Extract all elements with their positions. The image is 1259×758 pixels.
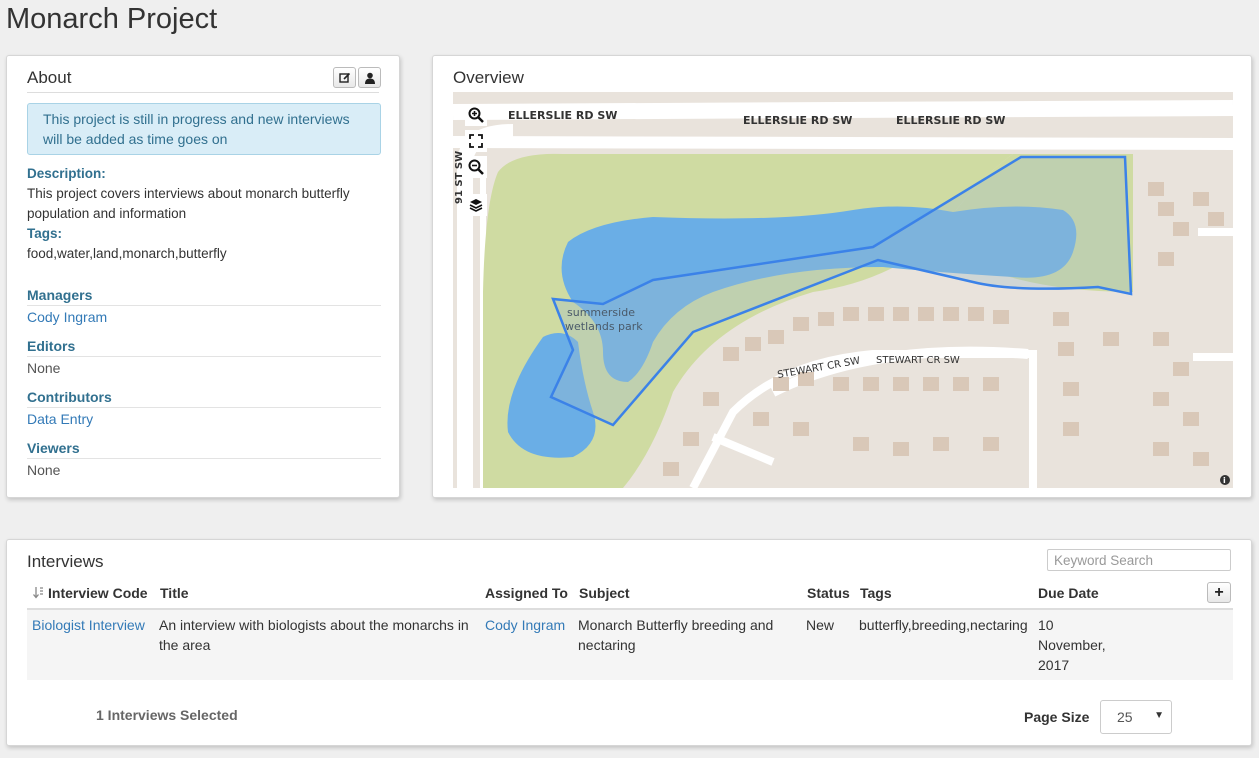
col-status[interactable]: Status [807, 585, 850, 601]
road-label-91st: 91 ST SW [454, 151, 465, 204]
interview-code-link[interactable]: Biologist Interview [32, 615, 152, 635]
about-body: Description: This project covers intervi… [27, 164, 381, 264]
col-tags[interactable]: Tags [860, 585, 892, 601]
add-interview-button[interactable]: + [1207, 582, 1231, 603]
interview-status: New [806, 617, 835, 633]
overview-panel: Overview ELLERSLIE RD SW ELLERSLIE RD SW… [432, 55, 1252, 498]
park-label-1: summerside [567, 306, 635, 319]
about-panel: About This project is still in progress … [6, 55, 400, 498]
managers-label: Managers [27, 285, 381, 306]
editors-section: Editors None [27, 336, 381, 378]
road-label-ellerslie-2: ELLERSLIE RD SW [743, 114, 852, 127]
tags-label: Tags: [27, 226, 63, 241]
interview-title: An interview with biologists about the m… [159, 617, 469, 653]
page-size-value: 25 [1117, 709, 1133, 725]
interview-due-date: 10 November, 2017 [1038, 617, 1106, 673]
tags-text: food,water,land,monarch,butterfly [27, 246, 227, 261]
edit-icon [338, 72, 350, 83]
edit-button[interactable] [333, 67, 356, 88]
viewers-label: Viewers [27, 438, 381, 459]
table-row[interactable]: Biologist Interview An interview with bi… [27, 610, 1233, 680]
description-label: Description: [27, 166, 106, 181]
user-icon [364, 72, 375, 84]
assigned-to-link[interactable]: Cody Ingram [485, 615, 575, 635]
sort-icon[interactable] [33, 586, 44, 599]
page-size-label: Page Size [1024, 709, 1090, 725]
managers-section: Managers Cody Ingram [27, 285, 381, 327]
interview-subject: Monarch Butterfly breeding and nectaring [578, 617, 774, 653]
col-subject[interactable]: Subject [579, 585, 630, 601]
chevron-down-icon: ▼ [1154, 710, 1164, 721]
contributor-link[interactable]: Data Entry [27, 409, 381, 429]
contributors-label: Contributors [27, 387, 381, 408]
page-size-select[interactable]: 25 ▼ [1100, 700, 1172, 734]
user-button[interactable] [358, 67, 381, 88]
road-label-stewart-2: STEWART CR SW [876, 355, 960, 366]
park-label-2: wetlands park [565, 320, 643, 333]
project-map[interactable]: ELLERSLIE RD SW ELLERSLIE RD SW ELLERSLI… [453, 92, 1233, 488]
zoom-in-button[interactable] [465, 104, 487, 126]
zoom-in-icon [468, 107, 484, 123]
road-label-ellerslie-3: ELLERSLIE RD SW [896, 114, 1005, 127]
zoom-out-button[interactable] [465, 156, 487, 178]
contributors-section: Contributors Data Entry [27, 387, 381, 429]
page-title: Monarch Project [6, 3, 218, 35]
road-label-ellerslie-1: ELLERSLIE RD SW [508, 109, 617, 122]
fullscreen-button[interactable] [465, 130, 487, 152]
selected-count: 1 Interviews Selected [96, 707, 238, 723]
viewers-value: None [27, 462, 61, 478]
about-heading: About [27, 67, 379, 93]
editors-label: Editors [27, 336, 381, 357]
editors-value: None [27, 360, 61, 376]
col-assigned-to[interactable]: Assigned To [485, 585, 568, 601]
col-interview-code[interactable]: Interview Code [48, 585, 148, 601]
viewers-section: Viewers None [27, 438, 381, 480]
col-title[interactable]: Title [160, 585, 189, 601]
keyword-search-input[interactable] [1047, 549, 1231, 571]
description-text: This project covers interviews about mon… [27, 186, 350, 221]
interviews-panel: Interviews Interview Code Title Assigned… [6, 539, 1252, 746]
table-header: Interview Code Title Assigned To Subject… [27, 576, 1233, 610]
map-canvas[interactable]: ELLERSLIE RD SW ELLERSLIE RD SW ELLERSLI… [453, 92, 1233, 488]
svg-text:i: i [1223, 476, 1226, 485]
fullscreen-icon [469, 134, 483, 148]
col-due-date[interactable]: Due Date [1038, 585, 1099, 601]
zoom-out-icon [468, 159, 484, 175]
overview-heading: Overview [453, 68, 524, 87]
layers-icon [469, 199, 483, 212]
layers-button[interactable] [465, 194, 487, 216]
manager-link[interactable]: Cody Ingram [27, 307, 381, 327]
interview-tags: butterfly,breeding,nectaring [859, 617, 1028, 633]
progress-alert: This project is still in progress and ne… [27, 103, 381, 155]
